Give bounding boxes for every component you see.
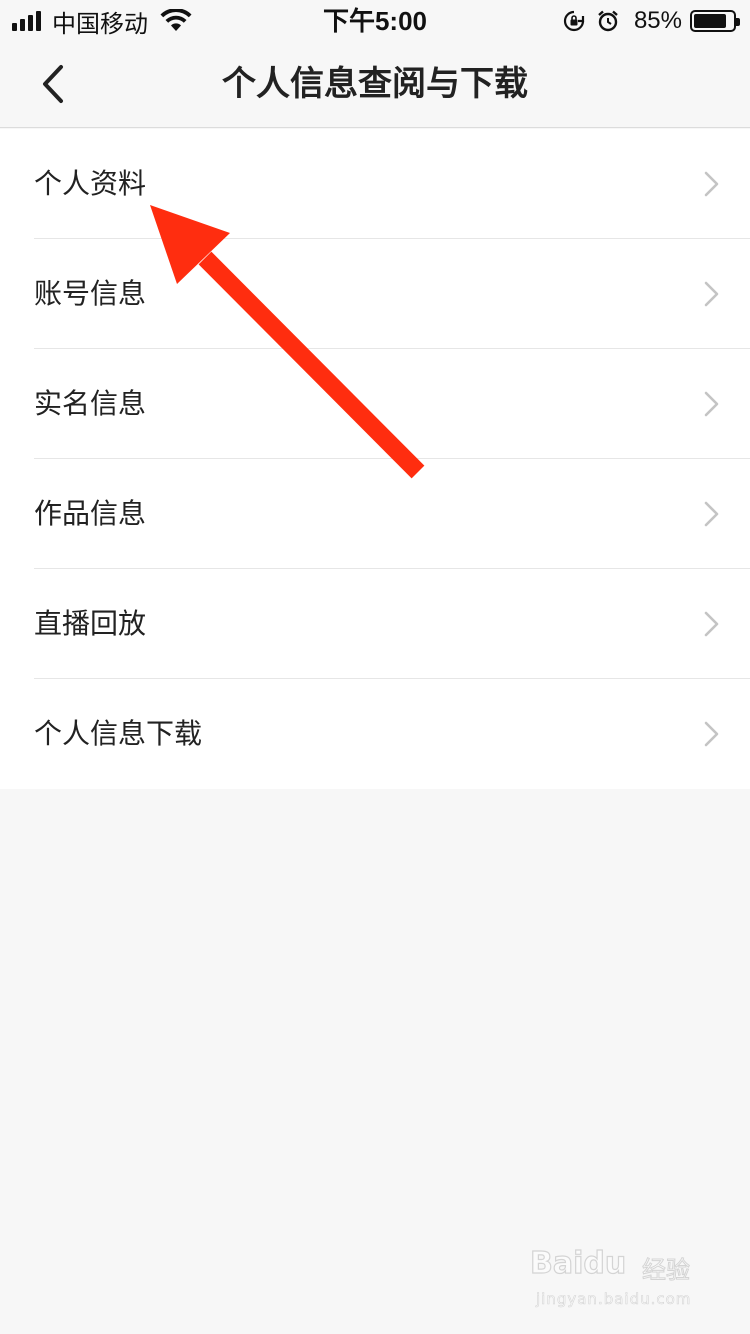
chevron-right-icon xyxy=(704,171,719,197)
list-item-live-replay[interactable]: 直播回放 xyxy=(0,569,750,679)
list-item-label: 个人资料 xyxy=(34,167,147,200)
chevron-right-icon xyxy=(704,501,719,527)
list-item-label: 作品信息 xyxy=(34,497,147,530)
list-item-label: 个人信息下载 xyxy=(34,717,203,750)
chevron-right-icon xyxy=(704,611,719,637)
orientation-lock-icon xyxy=(563,10,585,32)
battery-fill xyxy=(694,14,727,28)
chevron-right-icon xyxy=(704,391,719,417)
list-item-account-info[interactable]: 账号信息 xyxy=(0,239,750,349)
status-right: 85% xyxy=(552,6,740,36)
list-item-personal-info-download[interactable]: 个人信息下载 xyxy=(0,679,750,789)
watermark-cn: 经验 xyxy=(642,1256,691,1285)
chevron-right-icon xyxy=(704,281,719,307)
status-bar: 中国移动 下午5:00 85% xyxy=(0,0,750,40)
watermark-brand: Baidu xyxy=(529,1245,627,1281)
battery-percent: 85% xyxy=(633,7,682,34)
list-item-label: 实名信息 xyxy=(34,387,147,420)
alarm-icon xyxy=(598,10,618,32)
baidu-watermark-logo: Baidu 经验 jingyan.baidu.com xyxy=(529,1245,710,1316)
nav-bar: 个人信息查阅与下载 xyxy=(0,40,750,128)
list-item-real-name-info[interactable]: 实名信息 xyxy=(0,349,750,459)
menu-list: 个人资料 账号信息 实名信息 作品信息 直播回放 个人信息下载 xyxy=(0,129,750,789)
battery-icon xyxy=(690,10,740,32)
page-title: 个人信息查阅与下载 xyxy=(222,64,528,104)
list-item-label: 直播回放 xyxy=(34,607,147,640)
list-item-works-info[interactable]: 作品信息 xyxy=(0,459,750,569)
watermark-url: jingyan.baidu.com xyxy=(536,1290,692,1309)
list-item-personal-profile[interactable]: 个人资料 xyxy=(0,129,750,239)
list-item-label: 账号信息 xyxy=(34,277,147,310)
chevron-right-icon xyxy=(704,721,719,747)
